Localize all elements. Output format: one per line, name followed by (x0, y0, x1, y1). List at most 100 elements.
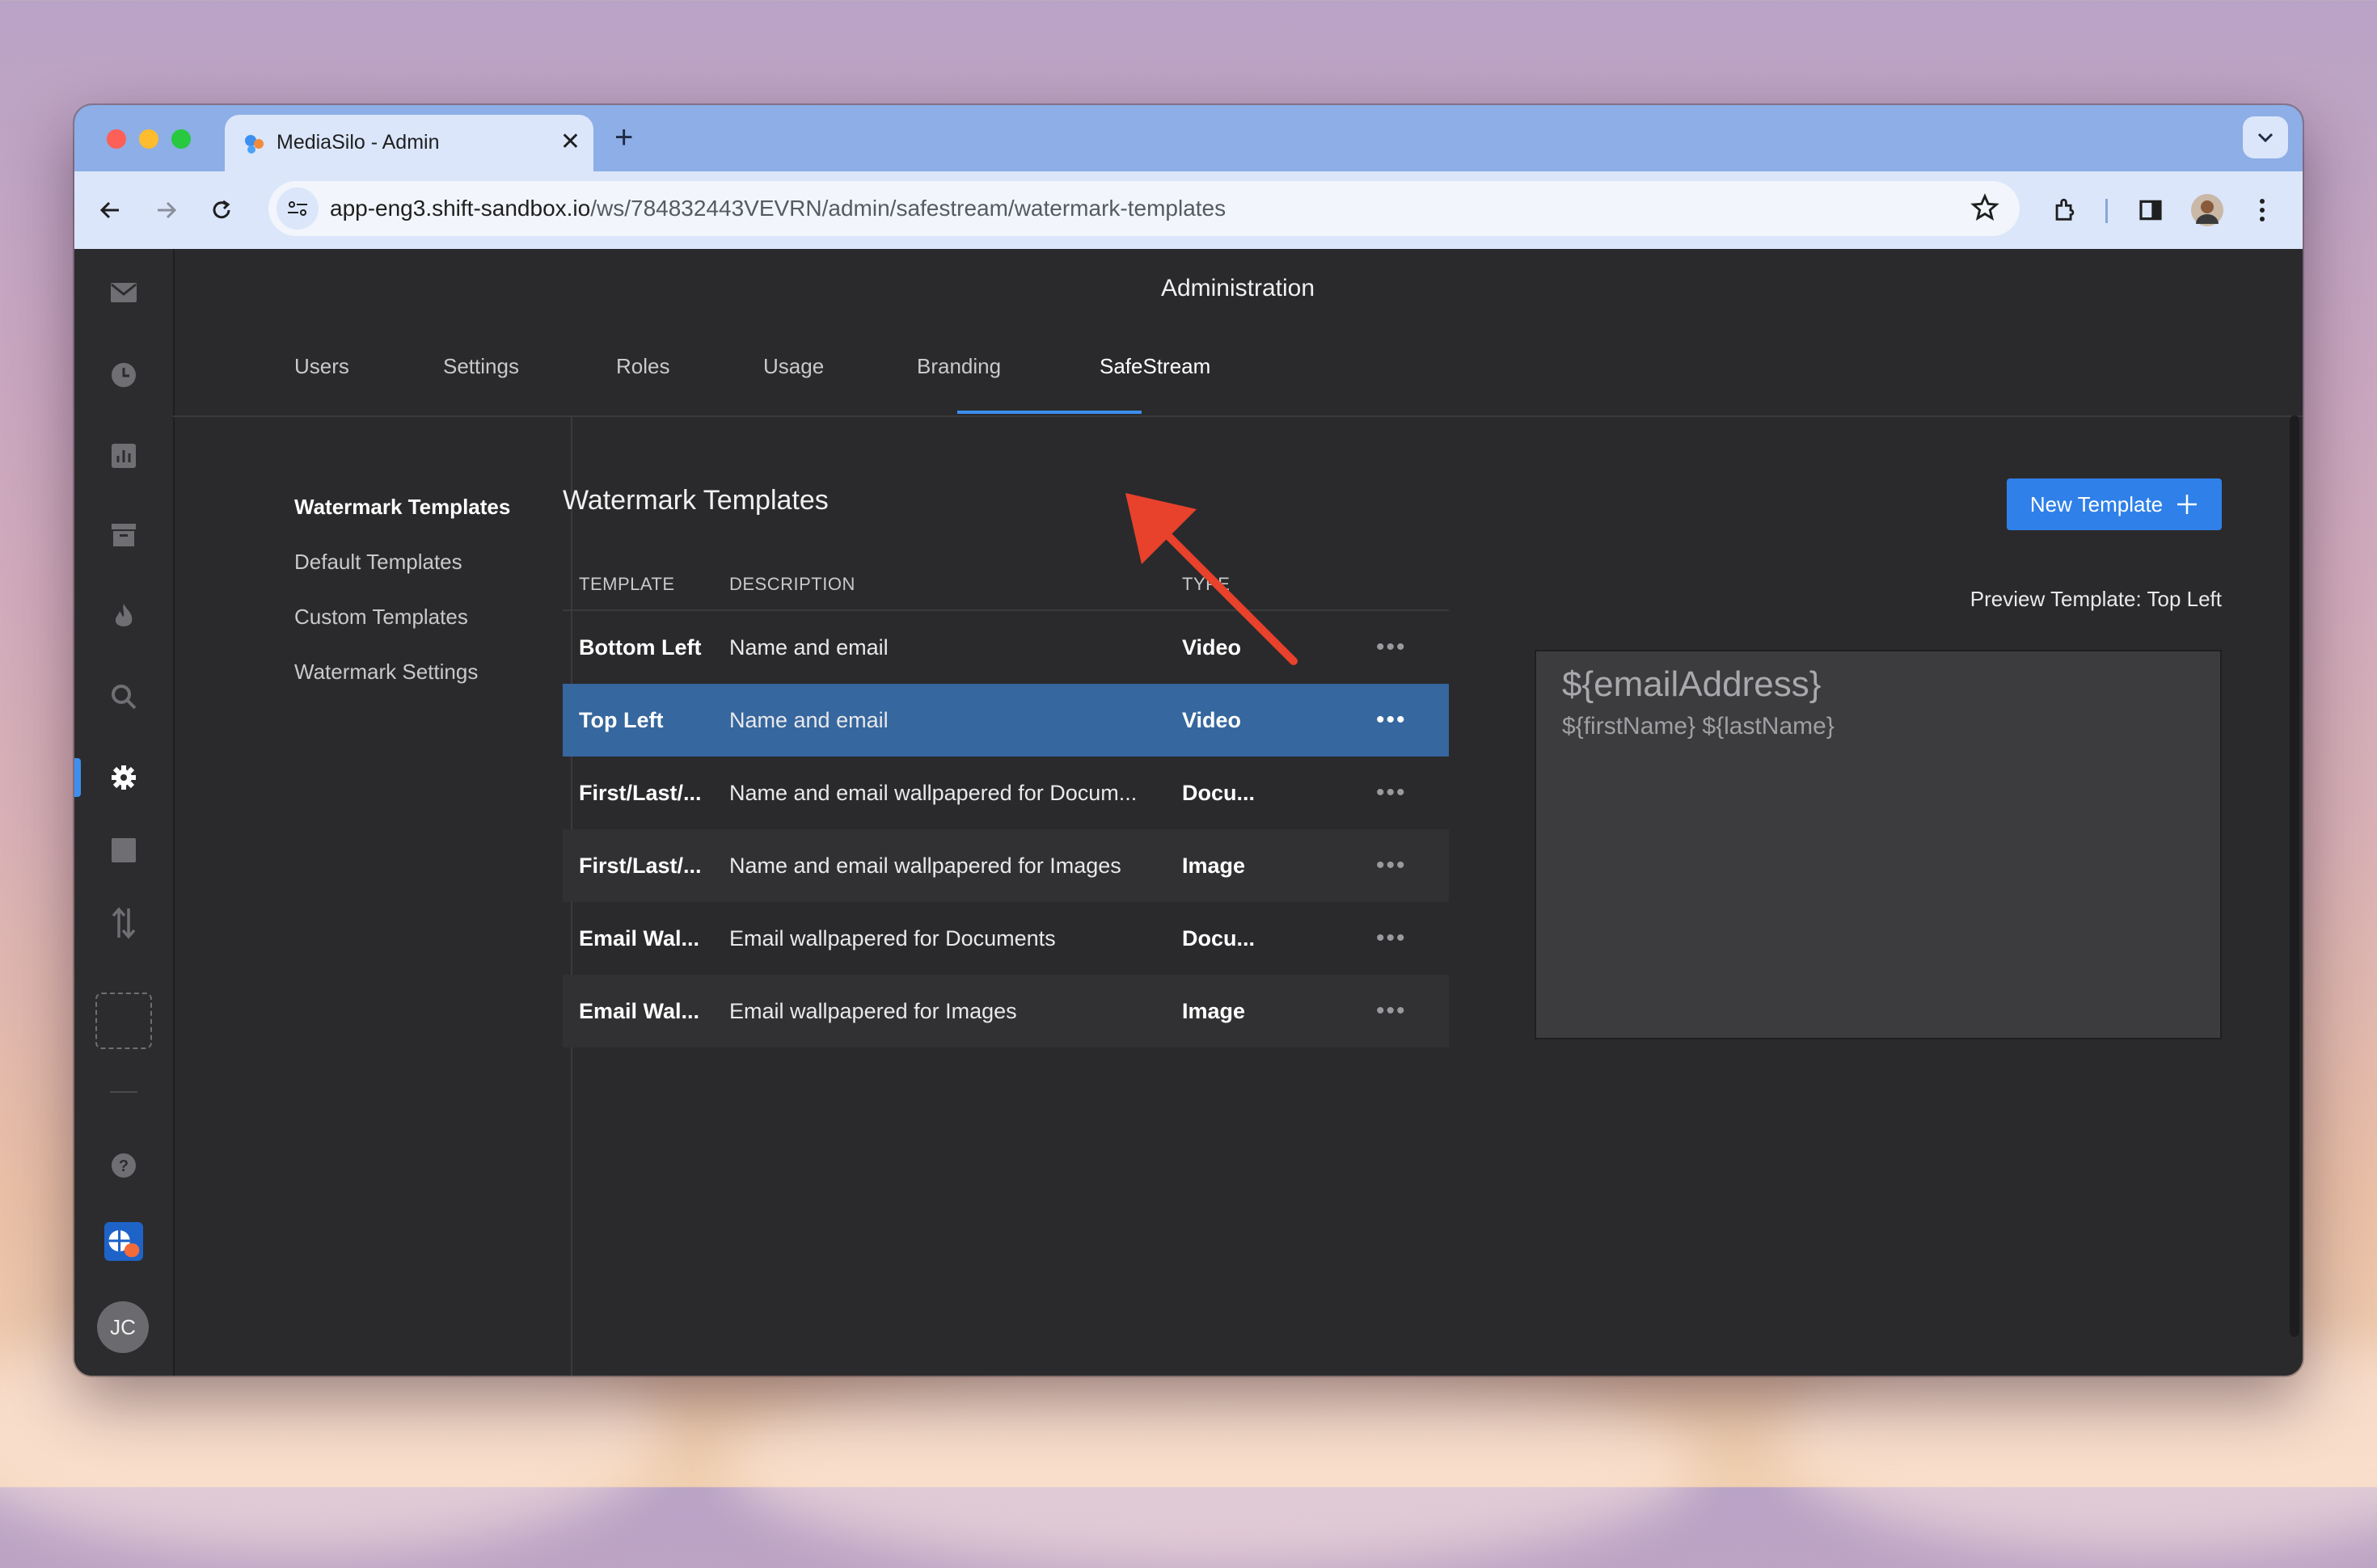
template-name: First/Last/... (579, 781, 702, 805)
user-avatar[interactable]: JC (97, 1301, 149, 1353)
transfer-arrows-icon[interactable] (104, 904, 143, 942)
template-description: Email wallpapered for Documents (729, 926, 1056, 950)
close-tab-icon[interactable]: ✕ (560, 126, 581, 158)
admin-tabs: Users Settings Roles Usage Branding Safe… (173, 327, 2303, 417)
section-title: Watermark Templates (563, 485, 829, 516)
subnav-watermark-templates[interactable]: Watermark Templates (294, 495, 510, 520)
row-more-options-icon[interactable]: ••• (1376, 852, 1407, 879)
settings-gear-icon[interactable] (104, 758, 143, 797)
browser-tab-title: MediaSilo - Admin (277, 131, 440, 154)
template-description: Email wallpapered for Images (729, 999, 1017, 1023)
tab-settings[interactable]: Settings (443, 354, 519, 379)
forward-icon[interactable] (149, 192, 184, 228)
template-type: Docu... (1182, 926, 1256, 950)
tab-safestream[interactable]: SafeStream (1100, 354, 1210, 379)
add-workspace-placeholder[interactable] (95, 993, 152, 1049)
reload-icon[interactable] (204, 192, 239, 228)
table-row[interactable]: Bottom Left Name and email Video ••• (563, 611, 1449, 684)
help-icon[interactable]: ? (104, 1146, 143, 1185)
table-row[interactable]: First/Last/... Name and email wallpapere… (563, 829, 1449, 902)
preview-email-placeholder: ${emailAddress} (1562, 664, 1822, 704)
preview-name-placeholder: ${firstName} ${lastName} (1562, 713, 1834, 740)
row-more-options-icon[interactable]: ••• (1376, 997, 1407, 1025)
new-tab-icon[interactable]: + (614, 120, 633, 155)
scrollbar-thumb[interactable] (2290, 415, 2299, 1337)
rail-divider (110, 1091, 137, 1093)
browser-tab[interactable]: MediaSilo - Admin ✕ (225, 115, 593, 171)
side-panel-icon[interactable] (2133, 192, 2168, 228)
template-description: Name and email (729, 708, 889, 732)
back-icon[interactable] (92, 192, 128, 228)
template-name: Bottom Left (579, 635, 702, 660)
address-bar[interactable]: app-eng3.shift-sandbox.io/ws/784832443VE… (268, 181, 2020, 236)
template-name: Top Left (579, 708, 664, 732)
tab-strip: MediaSilo - Admin ✕ + (74, 105, 2303, 171)
profile-avatar-icon[interactable] (2189, 192, 2225, 228)
search-icon[interactable] (104, 677, 143, 716)
browser-window: MediaSilo - Admin ✕ + app-eng3.shift-san… (74, 105, 2303, 1376)
tab-search-button[interactable] (2243, 116, 2288, 158)
table-row[interactable]: First/Last/... Name and email wallpapere… (563, 757, 1449, 829)
new-template-button[interactable]: New Template (2007, 478, 2222, 530)
archive-icon[interactable] (104, 516, 143, 554)
row-more-options-icon[interactable]: ••• (1376, 706, 1407, 734)
mediasilo-app: ? JC Administration Users Settings Roles… (74, 249, 2303, 1376)
new-template-label: New Template (2029, 491, 2164, 516)
active-tab-underline (957, 411, 1142, 414)
browser-menu-icon[interactable] (2244, 192, 2280, 228)
row-more-options-icon[interactable]: ••• (1376, 779, 1407, 807)
stop-square-icon[interactable] (104, 831, 143, 870)
browser-toolbar: app-eng3.shift-sandbox.io/ws/784832443VE… (74, 171, 2303, 249)
annotation-arrow-icon (1125, 493, 1298, 665)
template-name: First/Last/... (579, 854, 702, 878)
chevron-down-icon (2257, 133, 2274, 143)
content-scrollbar[interactable] (2286, 415, 2303, 1345)
svg-text:?: ? (119, 1157, 129, 1175)
row-more-options-icon[interactable]: ••• (1376, 634, 1407, 661)
table-row-selected[interactable]: Top Left Name and email Video ••• (563, 684, 1449, 757)
column-header-template[interactable]: TEMPLATE (579, 574, 675, 595)
row-more-options-icon[interactable]: ••• (1376, 925, 1407, 952)
table-row[interactable]: Email Wal... Email wallpapered for Docum… (563, 902, 1449, 975)
workspace-logo-icon[interactable] (104, 1222, 143, 1261)
template-description: Name and email wallpapered for Docum... (729, 781, 1138, 805)
preview-template-label: Preview Template: Top Left (1970, 587, 2222, 611)
template-name: Email Wal... (579, 999, 700, 1023)
template-type: Video (1182, 708, 1242, 732)
flame-icon[interactable] (104, 596, 143, 635)
watermark-templates-table: TEMPLATE DESCRIPTION TYPE Bottom Left Na… (563, 553, 1449, 1047)
analytics-icon[interactable] (104, 436, 143, 475)
bookmark-star-icon[interactable] (1970, 192, 2000, 227)
recent-clock-icon[interactable] (104, 356, 143, 394)
plus-icon (2177, 495, 2198, 514)
template-type: Image (1182, 854, 1246, 878)
subnav-watermark-settings[interactable]: Watermark Settings (294, 660, 478, 685)
column-header-description[interactable]: DESCRIPTION (729, 574, 855, 595)
tab-branding[interactable]: Branding (917, 354, 1001, 379)
page-title: Administration (1160, 275, 1315, 301)
extensions-icon[interactable] (2047, 192, 2083, 228)
minimize-window-button[interactable] (139, 129, 158, 149)
rail-active-indicator (74, 758, 81, 797)
template-name: Email Wal... (579, 926, 700, 950)
table-header: TEMPLATE DESCRIPTION TYPE (563, 553, 1449, 611)
template-type: Image (1182, 999, 1246, 1023)
subnav-custom-templates[interactable]: Custom Templates (294, 605, 468, 630)
inbox-icon[interactable] (104, 273, 143, 312)
template-description: Name and email wallpapered for Images (729, 854, 1121, 878)
tab-usage[interactable]: Usage (763, 354, 824, 379)
tab-roles[interactable]: Roles (616, 354, 669, 379)
zoom-window-button[interactable] (171, 129, 191, 149)
mediasilo-favicon-icon (245, 135, 264, 154)
subnav-default-templates[interactable]: Default Templates (294, 550, 462, 575)
left-icon-rail: ? JC (74, 249, 175, 1376)
template-type: Docu... (1182, 781, 1256, 805)
template-description: Name and email (729, 635, 889, 660)
site-info-icon[interactable] (277, 188, 319, 230)
safestream-subnav: Watermark Templates Default Templates Cu… (173, 415, 572, 1376)
tab-users[interactable]: Users (294, 354, 349, 379)
table-row[interactable]: Email Wal... Email wallpapered for Image… (563, 975, 1449, 1047)
close-window-button[interactable] (107, 129, 126, 149)
watermark-preview: ${emailAddress} ${firstName} ${lastName} (1535, 650, 2222, 1039)
url-text: app-eng3.shift-sandbox.io/ws/784832443VE… (330, 196, 1226, 221)
